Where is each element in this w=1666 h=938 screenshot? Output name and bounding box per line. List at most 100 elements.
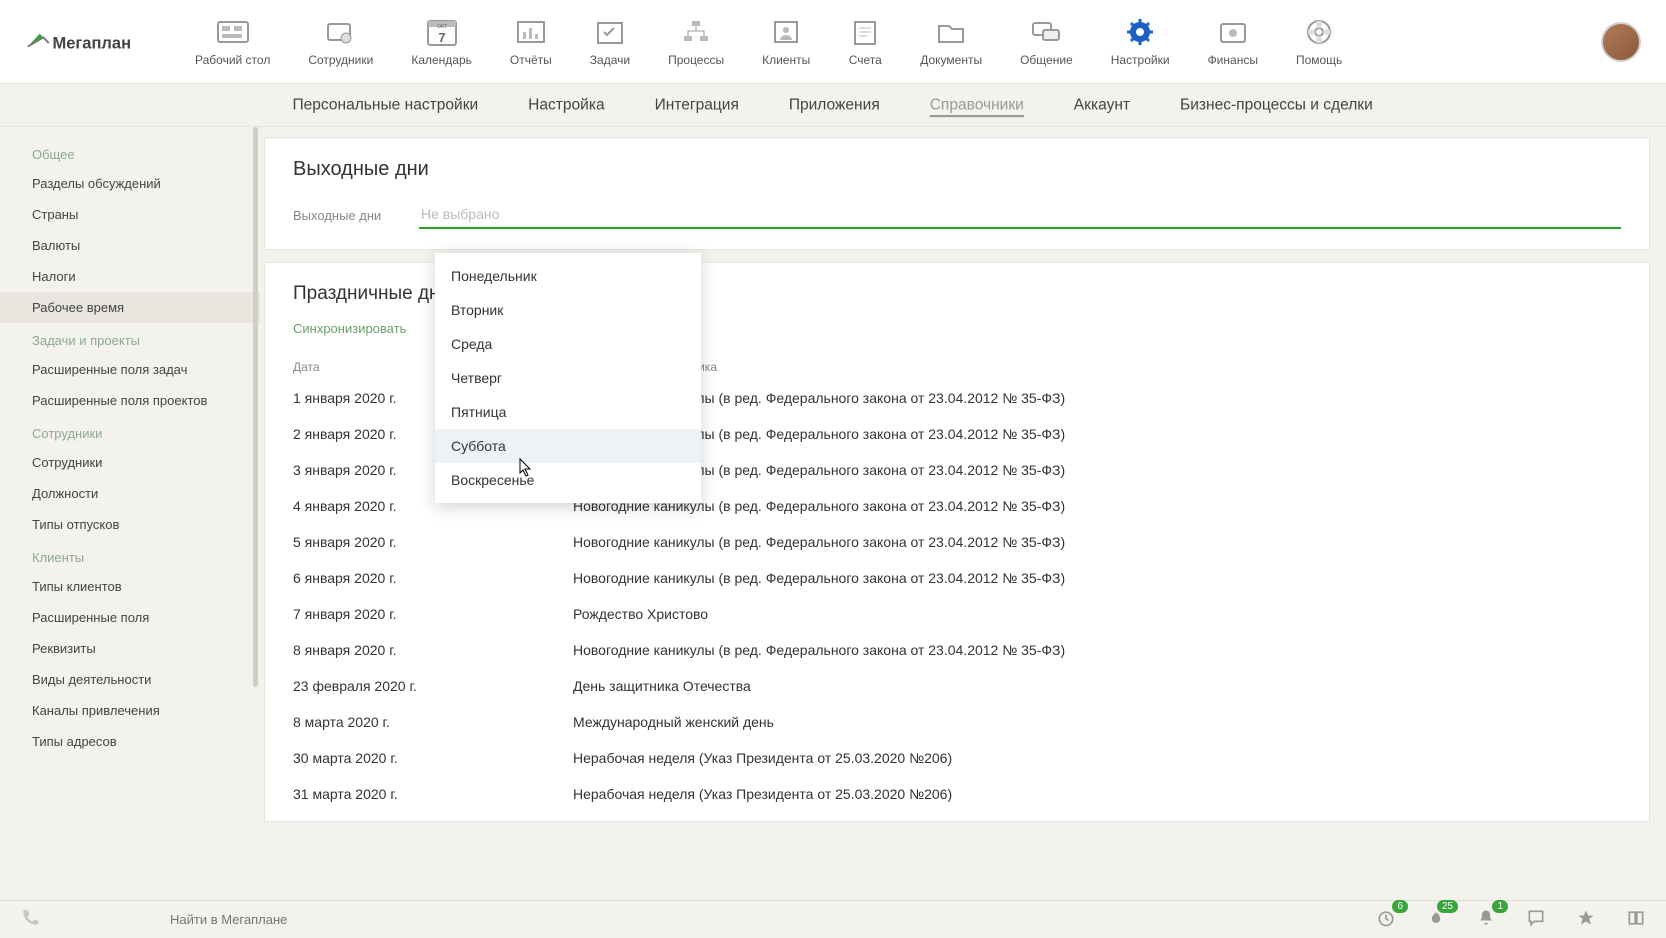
nav-label: Процессы xyxy=(668,53,724,67)
user-avatar[interactable] xyxy=(1601,22,1641,62)
row-name: Новогодние каникулы (в ред. Федерального… xyxy=(573,462,1621,478)
side-item[interactable]: Каналы привлечения xyxy=(0,695,260,726)
subnav-Бизнес-процессы и сделки[interactable]: Бизнес-процессы и сделки xyxy=(1180,95,1373,117)
nav-label: Финансы xyxy=(1208,53,1258,67)
nav-Отчёты[interactable]: Отчёты xyxy=(510,17,552,67)
dropdown-option[interactable]: Четверг xyxy=(435,361,701,395)
table-row[interactable]: 5 января 2020 г.Новогодние каникулы (в р… xyxy=(293,524,1621,560)
dropdown-option[interactable]: Пятница xyxy=(435,395,701,429)
nav-Клиенты[interactable]: Клиенты xyxy=(762,17,810,67)
nav-Финансы[interactable]: Финансы xyxy=(1208,17,1258,67)
table-row[interactable]: 1 апреля 2020 г.Нерабочая неделя (Указ П… xyxy=(293,812,1621,822)
table-row[interactable]: 6 января 2020 г.Новогодние каникулы (в р… xyxy=(293,560,1621,596)
subnav-Персональные настройки[interactable]: Персональные настройки xyxy=(293,95,479,117)
row-name: Новогодние каникулы (в ред. Федерального… xyxy=(573,570,1621,586)
side-item[interactable]: Типы адресов xyxy=(0,726,260,757)
side-item[interactable]: Рабочее время xyxy=(0,292,260,323)
nav-label: Счета xyxy=(849,53,882,67)
logo[interactable]: Мегаплан xyxy=(25,25,135,59)
main-content: Выходные дни Выходные дни Праздничные дн… xyxy=(260,127,1666,901)
nav-Помощь[interactable]: Помощь xyxy=(1296,17,1342,67)
subnav-Приложения[interactable]: Приложения xyxy=(789,95,880,117)
row-name: Новогодние каникулы (в ред. Федерального… xyxy=(573,534,1621,550)
weekends-input[interactable] xyxy=(419,201,1621,229)
side-item[interactable]: Расширенные поля проектов xyxy=(0,385,260,416)
top-header: Мегаплан Рабочий стол Сотрудники ОКТ7Кален… xyxy=(0,0,1666,84)
row-date: 6 января 2020 г. xyxy=(293,570,573,586)
row-name: Новогодние каникулы (в ред. Федерального… xyxy=(573,642,1621,658)
row-name: Нерабочая неделя (Указ Президента от 25.… xyxy=(573,750,1621,766)
side-item[interactable]: Валюты xyxy=(0,230,260,261)
side-item[interactable]: Расширенные поля xyxy=(0,602,260,633)
global-search-input[interactable] xyxy=(170,912,470,927)
side-item[interactable]: Виды деятельности xyxy=(0,664,260,695)
nav-Сотрудники[interactable]: Сотрудники xyxy=(308,17,373,67)
nav-label: Помощь xyxy=(1296,53,1342,67)
nav-Общение[interactable]: Общение xyxy=(1020,17,1073,67)
weekends-label: Выходные дни xyxy=(293,208,419,223)
sync-link[interactable]: Синхронизировать xyxy=(293,321,406,336)
table-row[interactable]: 30 марта 2020 г.Нерабочая неделя (Указ П… xyxy=(293,740,1621,776)
nav-icon xyxy=(216,17,250,47)
side-item[interactable]: Разделы обсуждений xyxy=(0,168,260,199)
star-icon[interactable] xyxy=(1576,908,1596,931)
chat-icon[interactable] xyxy=(1526,908,1546,931)
side-item[interactable]: Сотрудники xyxy=(0,447,260,478)
nav-Календарь[interactable]: ОКТ7Календарь xyxy=(411,17,472,67)
side-item[interactable]: Реквизиты xyxy=(0,633,260,664)
sidebar: ОбщееРазделы обсужденийСтраныВалютыНалог… xyxy=(0,127,260,901)
nav-icon xyxy=(593,17,627,47)
nav-Процессы[interactable]: Процессы xyxy=(668,17,724,67)
nav-Рабочий стол[interactable]: Рабочий стол xyxy=(195,17,270,67)
bell-icon[interactable]: 1 xyxy=(1476,908,1496,931)
side-group-Задачи и проекты: Задачи и проекты xyxy=(0,323,260,354)
nav-Документы[interactable]: Документы xyxy=(920,17,982,67)
row-name: День защитника Отечества xyxy=(573,678,1621,694)
table-row[interactable]: 8 января 2020 г.Новогодние каникулы (в р… xyxy=(293,632,1621,668)
nav-icon xyxy=(1123,17,1157,47)
subnav-Интеграция[interactable]: Интеграция xyxy=(655,95,739,117)
side-item[interactable]: Типы клиентов xyxy=(0,571,260,602)
subnav-Справочники[interactable]: Справочники xyxy=(930,95,1024,117)
subnav-Аккаунт[interactable]: Аккаунт xyxy=(1074,95,1130,117)
table-row[interactable]: 23 февраля 2020 г.День защитника Отечест… xyxy=(293,668,1621,704)
row-name: Новогодние каникулы (в ред. Федерального… xyxy=(573,390,1621,406)
side-item[interactable]: Должности xyxy=(0,478,260,509)
nav-label: Клиенты xyxy=(762,53,810,67)
col-name-header: Наименование праздника xyxy=(573,360,1621,374)
timer-icon[interactable]: 6 xyxy=(1376,908,1396,931)
nav-Задачи[interactable]: Задачи xyxy=(590,17,630,67)
nav-icon xyxy=(848,17,882,47)
nav-label: Календарь xyxy=(411,53,472,67)
side-item[interactable]: Расширенные поля задач xyxy=(0,354,260,385)
book-icon[interactable] xyxy=(1626,908,1646,931)
subnav-Настройка[interactable]: Настройка xyxy=(528,95,605,117)
nav-icon xyxy=(934,17,968,47)
side-item[interactable]: Страны xyxy=(0,199,260,230)
dropdown-option[interactable]: Среда xyxy=(435,327,701,361)
dropdown-option[interactable]: Воскресенье xyxy=(435,463,701,497)
table-row[interactable]: 31 марта 2020 г.Нерабочая неделя (Указ П… xyxy=(293,776,1621,812)
dropdown-option[interactable]: Вторник xyxy=(435,293,701,327)
nav-icon xyxy=(514,17,548,47)
table-row[interactable]: 8 марта 2020 г.Международный женский ден… xyxy=(293,704,1621,740)
nav-label: Сотрудники xyxy=(308,53,373,67)
side-group-Клиенты: Клиенты xyxy=(0,540,260,571)
sidebar-scrollbar[interactable] xyxy=(253,127,258,687)
table-row[interactable]: 7 января 2020 г.Рождество Христово xyxy=(293,596,1621,632)
side-item[interactable]: Налоги xyxy=(0,261,260,292)
timer-badge: 6 xyxy=(1392,900,1408,913)
nav-label: Задачи xyxy=(590,53,630,67)
fire-icon[interactable]: 25 xyxy=(1426,908,1446,931)
row-date: 8 января 2020 г. xyxy=(293,642,573,658)
side-item[interactable]: Типы отпусков xyxy=(0,509,260,540)
nav-Настройки[interactable]: Настройки xyxy=(1111,17,1170,67)
row-date: 31 марта 2020 г. xyxy=(293,786,573,802)
nav-Счета[interactable]: Счета xyxy=(848,17,882,67)
weekday-dropdown: ПонедельникВторникСредаЧетвергПятницаСуб… xyxy=(435,253,701,503)
dropdown-option[interactable]: Понедельник xyxy=(435,259,701,293)
phone-icon[interactable] xyxy=(20,908,40,931)
dropdown-option[interactable]: Суббота xyxy=(435,429,701,463)
bell-badge: 1 xyxy=(1492,900,1508,913)
fire-badge: 25 xyxy=(1437,900,1458,913)
